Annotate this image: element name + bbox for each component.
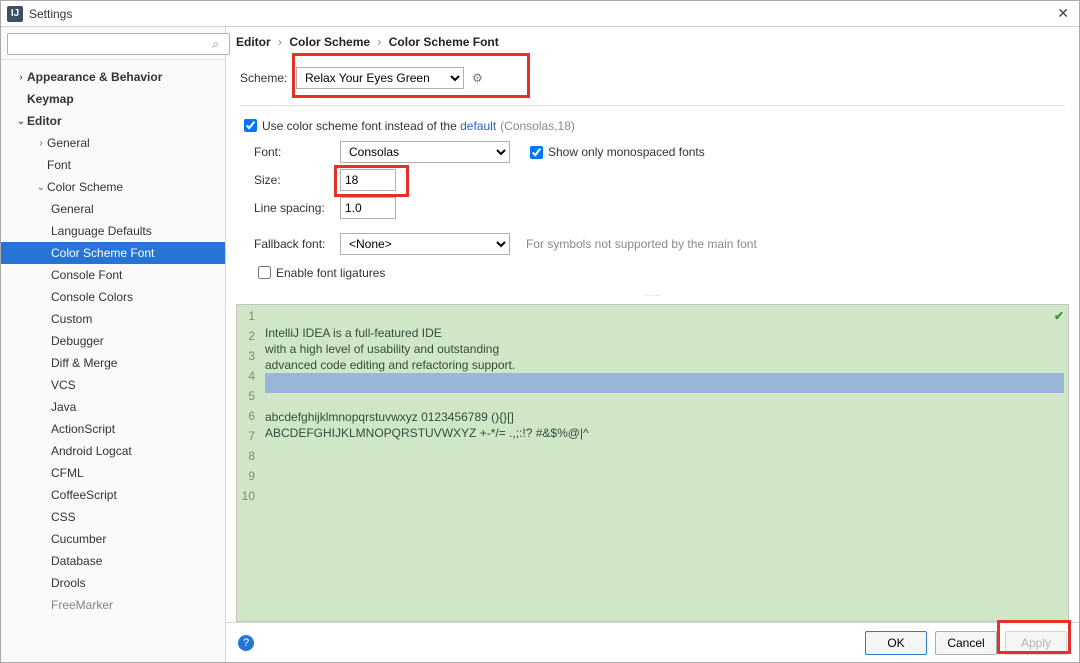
scheme-select[interactable]: Relax Your Eyes Green bbox=[296, 67, 464, 89]
tree-label: CoffeeScript bbox=[51, 488, 117, 502]
line-spacing-label: Line spacing: bbox=[254, 201, 340, 215]
tree-cs-action[interactable]: ActionScript bbox=[1, 418, 225, 440]
tree-label: Console Colors bbox=[51, 290, 133, 304]
tree-cs-console-colors[interactable]: Console Colors bbox=[1, 286, 225, 308]
fallback-hint: For symbols not supported by the main fo… bbox=[526, 237, 757, 251]
font-select[interactable]: Consolas bbox=[340, 141, 510, 163]
chevron-right-icon: › bbox=[278, 35, 282, 49]
close-icon[interactable]: ✕ bbox=[1053, 5, 1073, 22]
tree-cs-drools[interactable]: Drools bbox=[1, 572, 225, 594]
breadcrumb-part: Color Scheme bbox=[289, 35, 370, 49]
tree-label: Color Scheme bbox=[47, 180, 123, 194]
tree-cs-java[interactable]: Java bbox=[1, 396, 225, 418]
help-icon[interactable]: ? bbox=[238, 635, 254, 651]
tree-general[interactable]: ›General bbox=[1, 132, 225, 154]
checkbox-label: Show only monospaced fonts bbox=[548, 145, 705, 159]
tree-cs-font[interactable]: Color Scheme Font bbox=[1, 242, 225, 264]
app-icon: IJ bbox=[7, 6, 23, 22]
tree-font[interactable]: Font bbox=[1, 154, 225, 176]
size-input[interactable] bbox=[340, 169, 396, 191]
font-label: Font: bbox=[254, 145, 340, 159]
breadcrumb-part: Color Scheme Font bbox=[389, 35, 499, 49]
tree-label: Android Logcat bbox=[51, 444, 132, 458]
tree-label: Console Font bbox=[51, 268, 122, 282]
preview-gutter: 12345678910 bbox=[237, 305, 259, 621]
divider bbox=[240, 105, 1065, 106]
tree-cs-general[interactable]: General bbox=[1, 198, 225, 220]
tree-cs-android[interactable]: Android Logcat bbox=[1, 440, 225, 462]
tree-label: Language Defaults bbox=[51, 224, 152, 238]
tree-cs-diff[interactable]: Diff & Merge bbox=[1, 352, 225, 374]
tree-cs-freemarker[interactable]: FreeMarker bbox=[1, 594, 225, 616]
mono-only-input[interactable] bbox=[530, 146, 543, 159]
use-scheme-font-checkbox[interactable]: Use color scheme font instead of the def… bbox=[240, 116, 575, 135]
tree-label: Cucumber bbox=[51, 532, 106, 546]
tree-label: General bbox=[47, 136, 90, 150]
font-preview: ✔ 12345678910 IntelliJ IDEA is a full-fe… bbox=[236, 304, 1069, 622]
tree-cs-coffee[interactable]: CoffeeScript bbox=[1, 484, 225, 506]
tree-label: FreeMarker bbox=[51, 598, 113, 612]
fallback-select[interactable]: <None> bbox=[340, 233, 510, 255]
tree-label: ActionScript bbox=[51, 422, 115, 436]
checkbox-label: Enable font ligatures bbox=[276, 266, 385, 280]
chevron-right-icon: › bbox=[377, 35, 381, 49]
ligatures-checkbox[interactable]: Enable font ligatures bbox=[254, 263, 385, 282]
checkbox-label: Use color scheme font instead of the bbox=[262, 119, 457, 133]
tree-label: General bbox=[51, 202, 94, 216]
tree-label: Appearance & Behavior bbox=[27, 70, 162, 84]
tree-label: Diff & Merge bbox=[51, 356, 117, 370]
tree-label: Editor bbox=[27, 114, 62, 128]
preview-code: IntelliJ IDEA is a full-featured IDE wit… bbox=[259, 305, 1068, 621]
tree-label: VCS bbox=[51, 378, 76, 392]
resize-grip[interactable]: ⋯⋯ bbox=[226, 292, 1079, 298]
scheme-label: Scheme: bbox=[240, 71, 296, 85]
tree-label: Database bbox=[51, 554, 102, 568]
search-input[interactable] bbox=[7, 33, 230, 55]
ok-button[interactable]: OK bbox=[865, 631, 927, 655]
use-scheme-font-input[interactable] bbox=[244, 119, 257, 132]
tree-appearance[interactable]: ›Appearance & Behavior bbox=[1, 66, 225, 88]
tree-label: Custom bbox=[51, 312, 92, 326]
tree-cs-custom[interactable]: Custom bbox=[1, 308, 225, 330]
window-title: Settings bbox=[29, 7, 72, 21]
gear-icon[interactable]: ⚙ bbox=[472, 71, 483, 85]
tree-keymap[interactable]: Keymap bbox=[1, 88, 225, 110]
tree-cs-lang-defaults[interactable]: Language Defaults bbox=[1, 220, 225, 242]
tree-cs-cfml[interactable]: CFML bbox=[1, 462, 225, 484]
settings-tree[interactable]: ›Appearance & Behavior Keymap ⌄Editor ›G… bbox=[1, 60, 225, 662]
tree-label: Font bbox=[47, 158, 71, 172]
fallback-label: Fallback font: bbox=[254, 237, 340, 251]
tree-cs-css[interactable]: CSS bbox=[1, 506, 225, 528]
default-link[interactable]: default bbox=[460, 119, 496, 133]
tree-editor[interactable]: ⌄Editor bbox=[1, 110, 225, 132]
tree-cs-console-font[interactable]: Console Font bbox=[1, 264, 225, 286]
tree-label: Debugger bbox=[51, 334, 104, 348]
cancel-button[interactable]: Cancel bbox=[935, 631, 997, 655]
tree-cs-vcs[interactable]: VCS bbox=[1, 374, 225, 396]
tree-color-scheme[interactable]: ⌄Color Scheme bbox=[1, 176, 225, 198]
check-icon: ✔ bbox=[1054, 309, 1064, 323]
mono-only-checkbox[interactable]: Show only monospaced fonts bbox=[526, 143, 705, 162]
tree-label: Keymap bbox=[27, 92, 74, 106]
ligatures-input[interactable] bbox=[258, 266, 271, 279]
breadcrumb: Editor › Color Scheme › Color Scheme Fon… bbox=[226, 27, 1079, 57]
tree-label: Drools bbox=[51, 576, 86, 590]
tree-cs-cucumber[interactable]: Cucumber bbox=[1, 528, 225, 550]
title-bar: IJ Settings ✕ bbox=[1, 1, 1079, 27]
tree-label: Java bbox=[51, 400, 76, 414]
tree-label: CFML bbox=[51, 466, 84, 480]
tree-cs-database[interactable]: Database bbox=[1, 550, 225, 572]
line-spacing-input[interactable] bbox=[340, 197, 396, 219]
tree-label: Color Scheme Font bbox=[51, 246, 154, 260]
default-hint: (Consolas,18) bbox=[500, 119, 575, 133]
tree-cs-debugger[interactable]: Debugger bbox=[1, 330, 225, 352]
size-label: Size: bbox=[254, 173, 340, 187]
breadcrumb-part: Editor bbox=[236, 35, 271, 49]
apply-button[interactable]: Apply bbox=[1005, 631, 1067, 655]
tree-label: CSS bbox=[51, 510, 76, 524]
